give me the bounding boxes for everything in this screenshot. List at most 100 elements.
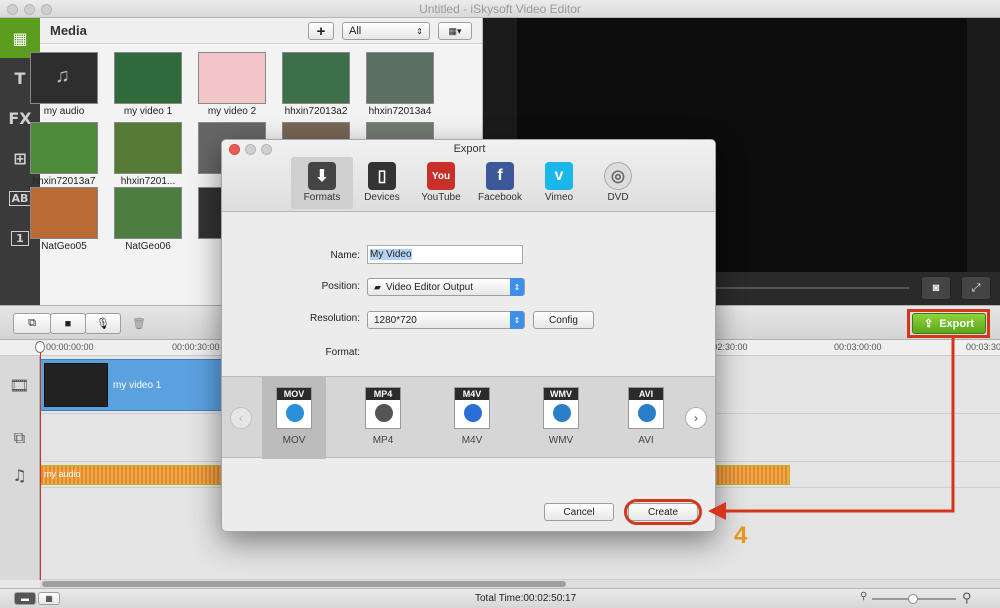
media-filter-value: All (349, 25, 362, 37)
edit-icon: ⧉ (28, 317, 36, 329)
play-disc-icon (553, 404, 571, 422)
media-thumbnail[interactable] (198, 52, 266, 104)
format-label: WMV (548, 435, 574, 446)
video-clip-thumbnail (44, 363, 108, 407)
video-clip[interactable]: my video 1 (40, 359, 240, 411)
format-wmv[interactable]: WMV WMV (529, 377, 593, 459)
annotation-step-number: 4 (734, 522, 748, 549)
media-thumbnail[interactable] (30, 187, 98, 239)
media-thumbnail[interactable]: ♫ (30, 52, 98, 104)
pip-track-head: ⧉ (0, 414, 40, 462)
media-thumbnail[interactable] (114, 52, 182, 104)
facebook-icon: f (486, 162, 514, 190)
media-filter-select[interactable]: All ⇕ (342, 22, 430, 40)
name-field[interactable]: My Video (367, 245, 523, 264)
resolution-select[interactable]: 1280*720 ⇕ (367, 311, 525, 329)
overlay-icon: AB (8, 190, 32, 206)
resolution-label: Resolution: (309, 313, 360, 324)
storyboard-view-button[interactable]: ▦ (38, 592, 60, 605)
edit-button[interactable]: ⧉ (13, 313, 51, 334)
film-icon: 🎞 (9, 375, 30, 395)
video-track-head: 🎞 (0, 356, 40, 414)
media-thumbnail[interactable] (30, 122, 98, 174)
audio-track-head: ♫ (0, 462, 40, 488)
playhead-line (40, 352, 41, 580)
record-button[interactable]: ■ (50, 313, 86, 334)
format-band: AVI (629, 388, 663, 400)
media-thumbnail-label: my video 1 (123, 106, 173, 117)
media-icon: ▦ (12, 28, 28, 48)
media-thumbnail[interactable] (114, 187, 182, 239)
cancel-button[interactable]: Cancel (544, 503, 614, 521)
view-mode-button[interactable]: ▦▾ (438, 22, 472, 40)
create-highlight (624, 499, 702, 525)
media-header: Media + All ⇕ ▦▾ (40, 18, 482, 44)
updown-icon: ⇕ (416, 26, 423, 36)
tab-label: Facebook (478, 192, 522, 203)
export-highlight (907, 309, 990, 338)
resolution-value: 1280*720 (374, 314, 417, 326)
format-band: WMV (544, 388, 578, 400)
media-title: Media (50, 23, 87, 38)
camera-icon: ◙ (932, 282, 940, 294)
dvd-icon: ◎ (604, 162, 632, 190)
position-value: Video Editor Output (385, 281, 474, 293)
format-label: AVI (638, 435, 654, 446)
zoom-slider-knob[interactable] (908, 594, 918, 604)
zoom-slider[interactable] (872, 594, 956, 604)
play-disc-icon (375, 404, 393, 422)
tab-vimeo[interactable]: v Vimeo (528, 157, 590, 209)
timeline-scrollbar[interactable] (40, 580, 1000, 588)
scrollbar-thumb[interactable] (42, 581, 566, 587)
voiceover-button[interactable]: 🎙 (85, 313, 121, 334)
config-button[interactable]: Config (533, 311, 594, 329)
format-label: Format: (325, 347, 360, 358)
tab-label: Devices (364, 192, 400, 203)
position-select[interactable]: ▰ Video Editor Output ⇕ (367, 278, 525, 296)
folder-icon: ▰ (374, 281, 381, 292)
format-label: MP4 (372, 435, 394, 446)
tab-facebook[interactable]: f Facebook (469, 157, 531, 209)
format-label: MOV (282, 435, 306, 446)
tab-devices[interactable]: ▯ Devices (351, 157, 413, 209)
format-wmv-icon: WMV (543, 387, 579, 429)
add-media-button[interactable]: + (308, 22, 334, 40)
export-tabs: Export ⬇ Formats ▯ Devices You YouTube f Facebo… (222, 140, 715, 212)
status-bar: ▬ ▦ Total Time:00:02:50:17 ⚲ ⚲ (0, 588, 1000, 608)
media-thumbnail[interactable] (282, 52, 350, 104)
delete-button[interactable]: 🗑 (124, 313, 154, 334)
format-avi[interactable]: AVI AVI (614, 377, 678, 459)
time-label-0: 00:00:00:00 (46, 342, 94, 352)
format-mp4[interactable]: MP4 MP4 (351, 377, 415, 459)
zoom-in-icon[interactable]: ⚲ (962, 590, 972, 606)
media-thumbnail-label: NatGeo05 (41, 241, 87, 252)
zoom-out-icon[interactable]: ⚲ (860, 591, 867, 602)
tab-youtube[interactable]: You YouTube (410, 157, 472, 209)
format-prev-button[interactable]: ‹ (230, 407, 252, 429)
text-icon: T (14, 68, 26, 88)
snapshot-button[interactable]: ◙ (921, 276, 951, 300)
zoom-window-button[interactable] (41, 4, 52, 15)
fullscreen-icon: ⤢ (971, 281, 981, 294)
transition-icon: ⊞ (13, 148, 27, 168)
close-window-button[interactable] (7, 4, 18, 15)
fullscreen-button[interactable]: ⤢ (961, 276, 991, 300)
format-band: MP4 (366, 388, 400, 400)
camcorder-icon: ■ (64, 317, 72, 330)
media-thumbnail-label: my audio (43, 106, 85, 117)
tab-formats[interactable]: ⬇ Formats (291, 157, 353, 209)
play-disc-icon (638, 404, 656, 422)
format-m4v[interactable]: M4V M4V (440, 377, 504, 459)
format-mov[interactable]: MOV MOV (262, 377, 326, 459)
name-field-value: My Video (370, 249, 412, 260)
tab-label: Formats (303, 192, 341, 203)
tab-dvd[interactable]: ◎ DVD (587, 157, 649, 209)
tab-label: Vimeo (544, 192, 574, 203)
media-thumbnail[interactable] (366, 52, 434, 104)
format-m4v-icon: M4V (454, 387, 490, 429)
window-titlebar: Untitled - iSkysoft Video Editor (0, 0, 1000, 18)
timeline-view-button[interactable]: ▬ (14, 592, 36, 605)
media-thumbnail[interactable] (114, 122, 182, 174)
format-next-button[interactable]: › (685, 407, 707, 429)
minimize-window-button[interactable] (24, 4, 35, 15)
